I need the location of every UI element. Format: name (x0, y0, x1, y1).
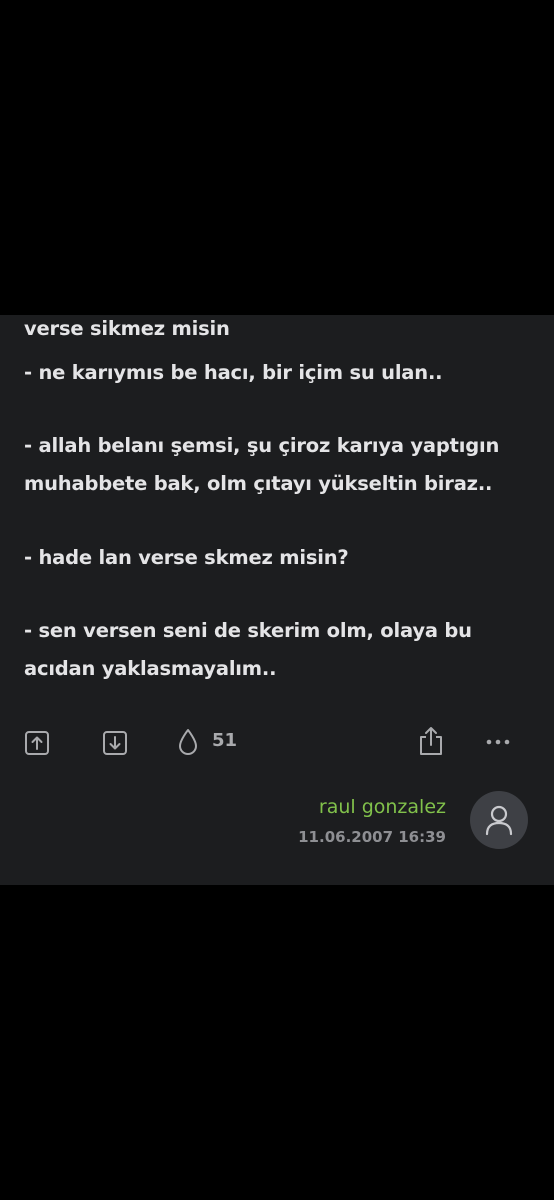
favorite-button[interactable] (174, 726, 202, 758)
user-avatar-icon (485, 805, 513, 836)
share-icon (420, 727, 442, 755)
share-button[interactable] (416, 724, 446, 758)
entry-line: acıdan yaklasmayalım.. (24, 657, 277, 680)
entry-line: - sen versen seni de skerim olm, olaya b… (24, 619, 472, 642)
author-avatar[interactable] (470, 791, 528, 849)
arrow-up-box-icon (25, 731, 49, 755)
more-button[interactable] (484, 734, 512, 750)
entry-card: verse sikmez misin - ne karıymıs be hacı… (0, 315, 554, 885)
favorite-count[interactable]: 51 (212, 730, 237, 751)
more-dots-icon (486, 739, 510, 745)
downvote-button[interactable] (100, 728, 130, 758)
upvote-button[interactable] (22, 728, 52, 758)
entry-line: muhabbete bak, olm çıtayı yükseltin bira… (24, 472, 493, 495)
author-name[interactable]: raul gonzalez (319, 796, 446, 818)
drop-icon (179, 729, 197, 755)
entry-line: - ne karıymıs be hacı, bir içim su ulan.… (24, 361, 443, 384)
entry-line: - allah belanı şemsi, şu çiroz karıya ya… (24, 434, 500, 457)
entry-actions: 51 (0, 720, 554, 764)
entry-line: - hade lan verse skmez misin? (24, 546, 349, 569)
entry-date[interactable]: 11.06.2007 16:39 (298, 828, 446, 846)
arrow-down-box-icon (103, 731, 127, 755)
entry-line: verse sikmez misin (24, 317, 230, 340)
